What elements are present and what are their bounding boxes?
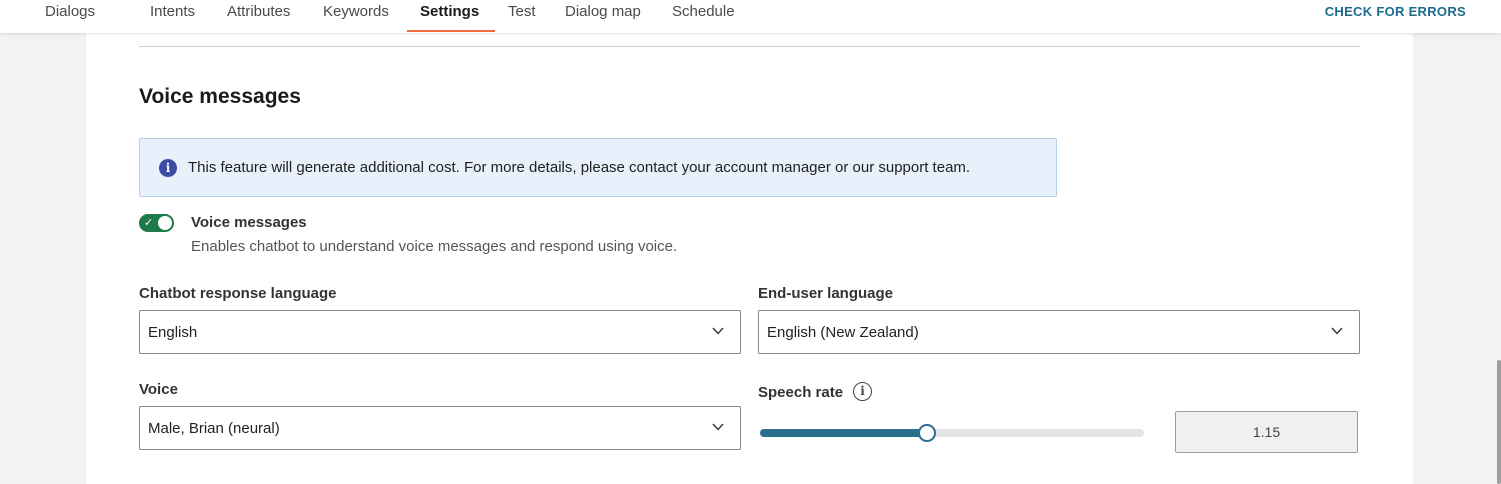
voice-messages-toggle-label: Voice messages (191, 214, 307, 231)
chatbot-language-label: Chatbot response language (139, 285, 337, 302)
chatbot-language-value: English (148, 324, 198, 341)
chevron-down-icon (1331, 327, 1343, 335)
enduser-language-value: English (New Zealand) (767, 324, 919, 341)
top-navigation: Dialogs Intents Attributes Keywords Sett… (0, 0, 1501, 33)
tab-dialog-map[interactable]: Dialog map (565, 0, 641, 33)
speech-rate-slider[interactable] (760, 424, 1144, 442)
speech-rate-input[interactable]: 1.15 (1175, 411, 1358, 453)
chevron-down-icon (712, 423, 724, 431)
check-for-errors-button[interactable]: CHECK FOR ERRORS (1325, 0, 1466, 24)
enduser-language-select[interactable]: English (New Zealand) (758, 310, 1360, 354)
check-icon: ✓ (144, 216, 154, 229)
info-icon: i (159, 159, 177, 177)
help-icon[interactable]: i (853, 382, 872, 401)
voice-label: Voice (139, 381, 178, 398)
speech-rate-label: Speech rate (758, 384, 844, 401)
toggle-knob (158, 216, 172, 230)
enduser-language-label: End-user language (758, 285, 894, 302)
speech-rate-slider-fill (760, 429, 928, 437)
tab-keywords[interactable]: Keywords (323, 0, 389, 33)
chevron-down-icon (712, 327, 724, 335)
voice-messages-toggle-description: Enables chatbot to understand voice mess… (191, 238, 678, 255)
page-scrollbar[interactable] (1497, 360, 1501, 484)
voice-messages-toggle[interactable]: ✓ (139, 214, 174, 232)
tab-intents[interactable]: Intents (150, 0, 195, 33)
tab-schedule[interactable]: Schedule (672, 0, 735, 33)
active-tab-indicator (407, 30, 495, 32)
info-banner: i This feature will generate additional … (139, 138, 1057, 197)
chatbot-language-select[interactable]: English (139, 310, 741, 354)
section-divider (139, 46, 1360, 47)
tab-attributes[interactable]: Attributes (227, 0, 290, 33)
voice-value: Male, Brian (neural) (148, 420, 280, 437)
section-title: Voice messages (139, 85, 301, 108)
voice-select[interactable]: Male, Brian (neural) (139, 406, 741, 450)
tab-dialogs[interactable]: Dialogs (45, 0, 95, 33)
info-banner-text: This feature will generate additional co… (188, 159, 971, 176)
tab-test[interactable]: Test (508, 0, 536, 33)
tab-settings[interactable]: Settings (420, 0, 479, 33)
